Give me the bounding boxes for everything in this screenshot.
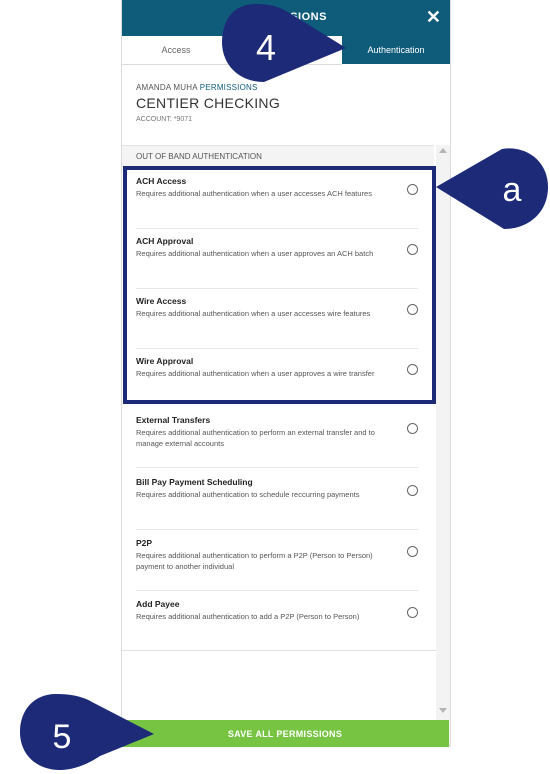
list-item: Bill Pay Payment Scheduling Requires add… (136, 477, 418, 530)
item-description: Requires additional authentication to sc… (136, 490, 360, 499)
list-item: Add Payee Requires additional authentica… (136, 599, 418, 649)
callout-4-label: 4 (256, 27, 276, 68)
account-number: ACCOUNT: *9071 (136, 116, 193, 123)
item-description: Requires additional authentication to pe… (136, 551, 373, 571)
radio-button[interactable] (407, 607, 418, 618)
tab-authentication[interactable]: Authentication (342, 36, 450, 64)
radio-button[interactable] (407, 485, 418, 496)
radio-button[interactable] (407, 546, 418, 557)
close-icon[interactable]: ✕ (426, 6, 441, 28)
user-name: AMANDA MUHA (136, 83, 198, 92)
section-header: OUT OF BAND AUTHENTICATION (122, 145, 434, 167)
scrollbar[interactable] (436, 145, 450, 747)
list-item: P2P Requires additional authentication t… (136, 538, 418, 591)
item-title: External Transfers (136, 415, 211, 425)
tab-access[interactable]: Access (122, 36, 230, 65)
callout-a-icon: a (436, 148, 548, 229)
item-title: P2P (136, 538, 153, 548)
callout-5-label: 5 (53, 718, 72, 756)
radio-button[interactable] (407, 423, 418, 434)
callout-4-icon: 4 (222, 4, 346, 82)
account-header: AMANDA MUHA PERMISSIONS CENTIER CHECKING… (136, 83, 280, 123)
item-description: Requires additional authentication to ad… (136, 612, 360, 621)
item-description: Requires additional authentication to pe… (136, 428, 375, 448)
save-all-permissions-button[interactable]: SAVE ALL PERMISSIONS (121, 720, 449, 747)
product-name: CENTIER CHECKING (136, 95, 281, 111)
item-title: Add Payee (136, 599, 180, 609)
item-title: Bill Pay Payment Scheduling (136, 477, 253, 487)
callout-a-label: a (503, 171, 522, 209)
scroll-down-icon[interactable] (439, 708, 447, 713)
highlight-box (123, 166, 436, 404)
list-item: External Transfers Requires additional a… (136, 415, 418, 468)
callout-5-icon: 5 (20, 694, 154, 770)
